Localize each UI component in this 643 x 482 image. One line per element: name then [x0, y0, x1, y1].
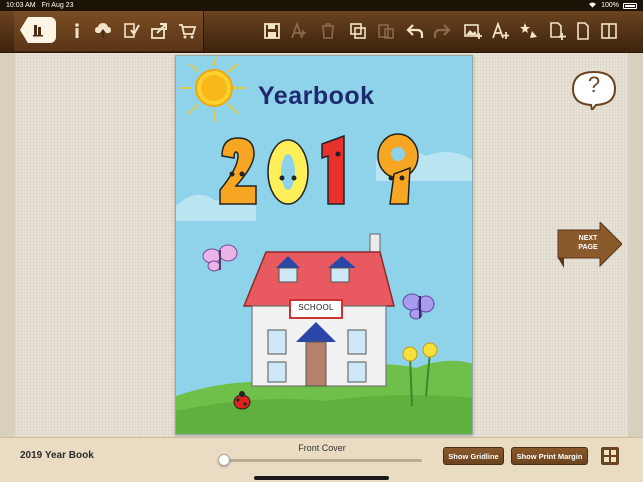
cover-page[interactable]: Yearbook SCHOOL [175, 55, 473, 435]
year-2019-graphic [219, 133, 419, 205]
clipart-button[interactable] [514, 16, 544, 46]
home-indicator [254, 476, 389, 480]
undo-button[interactable] [400, 16, 430, 46]
checklist-icon [124, 23, 140, 38]
pages-button[interactable] [594, 16, 624, 46]
page-icon [577, 22, 589, 40]
add-text-icon [492, 21, 509, 39]
wifi-icon [588, 1, 597, 10]
book-title: 2019 Year Book [20, 450, 94, 461]
show-gridline-button[interactable]: Show Gridline [443, 447, 504, 465]
show-print-margin-button[interactable]: Show Print Margin [511, 447, 588, 465]
cart-button[interactable] [172, 16, 202, 46]
checklist-button[interactable] [116, 16, 146, 46]
font-size-button[interactable] [285, 16, 315, 46]
add-image-button[interactable] [458, 16, 488, 46]
paste-icon [378, 24, 394, 39]
status-time: 10:03 AM [6, 2, 36, 9]
status-date: Fri Aug 23 [41, 2, 74, 9]
next-page-label: NEXT PAGE [578, 235, 598, 251]
cart-icon [179, 24, 197, 39]
current-page-label: Front Cover [298, 443, 346, 453]
right-margin [628, 53, 643, 437]
info-icon [75, 23, 79, 38]
cloud-button[interactable] [88, 16, 118, 46]
grid-cell [611, 457, 616, 462]
copy-button[interactable] [343, 16, 373, 46]
battery-percent: 100% [601, 2, 619, 9]
butterfly-right-icon [402, 293, 435, 320]
school-sign-text: SCHOOL [298, 303, 334, 312]
books-icon [33, 25, 43, 37]
cover-artwork [176, 56, 472, 434]
redo-icon [433, 24, 451, 38]
battery-icon [623, 2, 637, 9]
delete-button[interactable] [313, 16, 343, 46]
font-size-icon [291, 21, 306, 39]
toolbar [0, 11, 643, 63]
redo-button[interactable] [427, 16, 457, 46]
page-slider[interactable] [222, 459, 422, 462]
butterfly-left-icon [202, 244, 238, 272]
cloud-upload-icon [95, 23, 111, 38]
status-bar: 10:03 AM Fri Aug 23 100% [0, 0, 643, 11]
pages-icon [601, 23, 617, 39]
left-margin [0, 53, 15, 437]
paste-button[interactable] [371, 16, 401, 46]
share-button[interactable] [144, 16, 174, 46]
grid-cell [604, 450, 609, 455]
trash-icon [322, 23, 334, 39]
help-label: ? [587, 72, 601, 97]
save-icon [264, 23, 280, 39]
add-text-button[interactable] [486, 16, 516, 46]
grid-cell [604, 457, 609, 462]
share-icon [151, 23, 167, 39]
clipart-icon [520, 23, 537, 38]
save-button[interactable] [257, 16, 287, 46]
add-page-icon [550, 22, 566, 40]
add-image-icon [464, 24, 482, 39]
undo-icon [406, 24, 424, 38]
copy-icon [350, 23, 366, 39]
cover-title[interactable]: Yearbook [258, 82, 375, 111]
sun-icon [180, 56, 246, 122]
page-slider-knob[interactable] [218, 454, 230, 466]
grid-view-button[interactable] [601, 447, 619, 465]
grid-cell [611, 450, 616, 455]
